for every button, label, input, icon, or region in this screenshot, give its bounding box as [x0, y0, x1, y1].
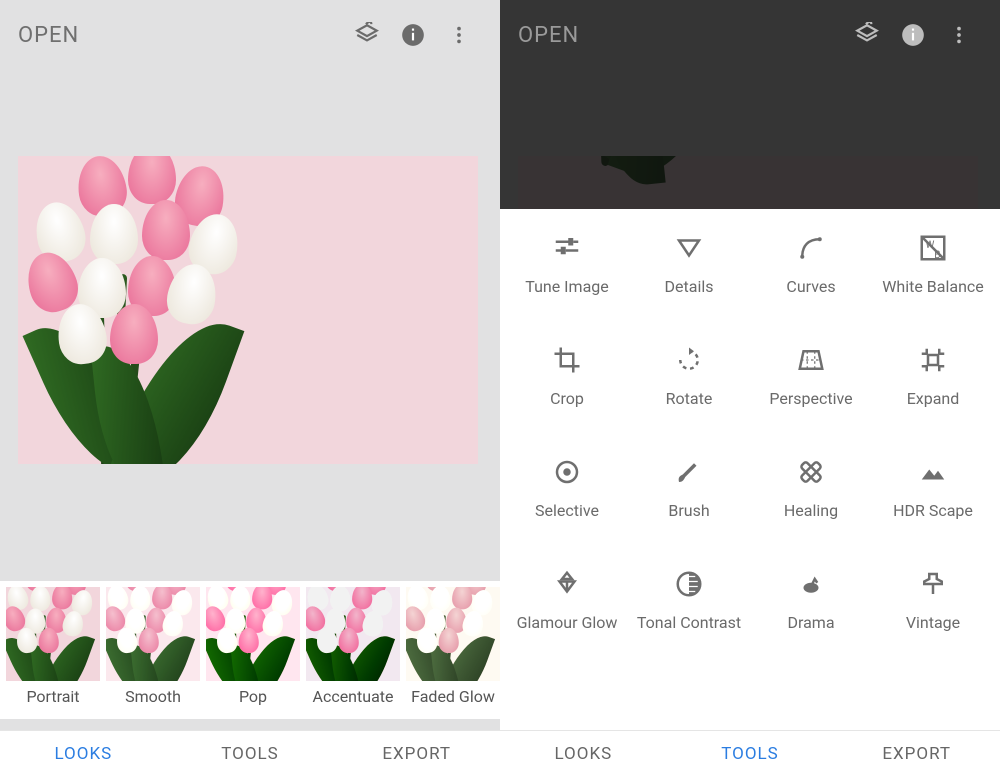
tool-glow[interactable]: Glamour Glow [506, 563, 628, 675]
tool-perspective[interactable]: Perspective [750, 339, 872, 451]
info-icon[interactable] [390, 22, 436, 48]
flower-bunch [306, 587, 400, 681]
look-accentuate[interactable]: Accentuate [306, 587, 400, 706]
drama-icon [796, 569, 826, 599]
open-button[interactable]: OPEN [518, 23, 579, 48]
tool-label: Tonal Contrast [637, 613, 741, 632]
tool-label: Selective [535, 501, 599, 520]
tool-expand[interactable]: Expand [872, 339, 994, 451]
tool-label: White Balance [882, 277, 984, 296]
tool-label: Drama [787, 613, 834, 632]
look-smooth[interactable]: Smooth [106, 587, 200, 706]
tool-details[interactable]: Details [628, 227, 750, 339]
bottom-tabs: LOOKS TOOLS EXPORT [500, 730, 1000, 777]
tool-label: Rotate [666, 389, 713, 408]
tool-rotate[interactable]: Rotate [628, 339, 750, 451]
tool-label: Perspective [769, 389, 852, 408]
tool-hdr[interactable]: HDR Scape [872, 451, 994, 563]
tool-curves[interactable]: Curves [750, 227, 872, 339]
vintage-icon [918, 569, 948, 599]
flower-bunch [106, 587, 200, 681]
tonal-icon [674, 569, 704, 599]
more-icon[interactable] [436, 24, 482, 46]
top-bar: OPEN [0, 0, 500, 70]
rotate-icon [674, 345, 704, 375]
screen-looks: OPEN [0, 0, 500, 777]
look-label: Pop [206, 687, 300, 706]
tab-looks[interactable]: LOOKS [0, 731, 167, 777]
perspective-icon [796, 345, 826, 375]
brush-icon [674, 457, 704, 487]
flower-bunch [18, 156, 278, 464]
wb-icon [918, 233, 948, 263]
flower-bunch [206, 587, 300, 681]
tool-label: Details [665, 277, 714, 296]
tool-drama[interactable]: Drama [750, 563, 872, 675]
tab-looks[interactable]: LOOKS [500, 731, 667, 777]
tool-label: Curves [786, 277, 835, 296]
glow-icon [552, 569, 582, 599]
selective-icon [552, 457, 582, 487]
look-label: Smooth [106, 687, 200, 706]
tool-label: Brush [668, 501, 709, 520]
tool-label: Crop [550, 389, 584, 408]
tool-label: Healing [784, 501, 838, 520]
tools-panel: Tune Image Details Curves White Balance Crop… [500, 209, 1000, 731]
main-image[interactable] [18, 156, 478, 464]
tool-tonal[interactable]: Tonal Contrast [628, 563, 750, 675]
look-label: Portrait [6, 687, 100, 706]
look-portrait[interactable]: Portrait [6, 587, 100, 706]
layers-icon[interactable] [844, 22, 890, 48]
tool-brush[interactable]: Brush [628, 451, 750, 563]
tool-crop[interactable]: Crop [506, 339, 628, 451]
details-icon [674, 233, 704, 263]
screen-tools: OPEN Tune Image Details Curves White Balanc… [500, 0, 1000, 777]
flower-bunch [406, 587, 500, 681]
flower-bunch [6, 587, 100, 681]
look-faded-glow[interactable]: Faded Glow [406, 587, 500, 706]
tool-selective[interactable]: Selective [506, 451, 628, 563]
hdr-icon [918, 457, 948, 487]
tool-wb[interactable]: White Balance [872, 227, 994, 339]
tool-label: Expand [907, 389, 960, 408]
tab-export[interactable]: EXPORT [833, 731, 1000, 777]
bottom-tabs: LOOKS TOOLS EXPORT [0, 730, 500, 777]
tool-label: HDR Scape [893, 501, 973, 520]
info-icon[interactable] [890, 22, 936, 48]
tool-label: Vintage [906, 613, 960, 632]
healing-icon [796, 457, 826, 487]
tool-tune[interactable]: Tune Image [506, 227, 628, 339]
curves-icon [796, 233, 826, 263]
crop-icon [552, 345, 582, 375]
looks-strip: Portrait Smooth [0, 581, 500, 719]
tool-healing[interactable]: Healing [750, 451, 872, 563]
more-icon[interactable] [936, 24, 982, 46]
tool-label: Tune Image [525, 277, 608, 296]
tab-tools[interactable]: TOOLS [167, 731, 334, 777]
tool-label: Glamour Glow [517, 613, 618, 632]
open-button[interactable]: OPEN [18, 23, 79, 48]
tune-icon [552, 233, 582, 263]
tab-export[interactable]: EXPORT [333, 731, 500, 777]
look-label: Accentuate [306, 687, 400, 706]
top-bar: OPEN [500, 0, 1000, 70]
layers-icon[interactable] [344, 22, 390, 48]
tool-vintage[interactable]: Vintage [872, 563, 994, 675]
look-label: Faded Glow [406, 687, 500, 706]
look-pop[interactable]: Pop [206, 587, 300, 706]
tab-tools[interactable]: TOOLS [667, 731, 834, 777]
expand-icon [918, 345, 948, 375]
